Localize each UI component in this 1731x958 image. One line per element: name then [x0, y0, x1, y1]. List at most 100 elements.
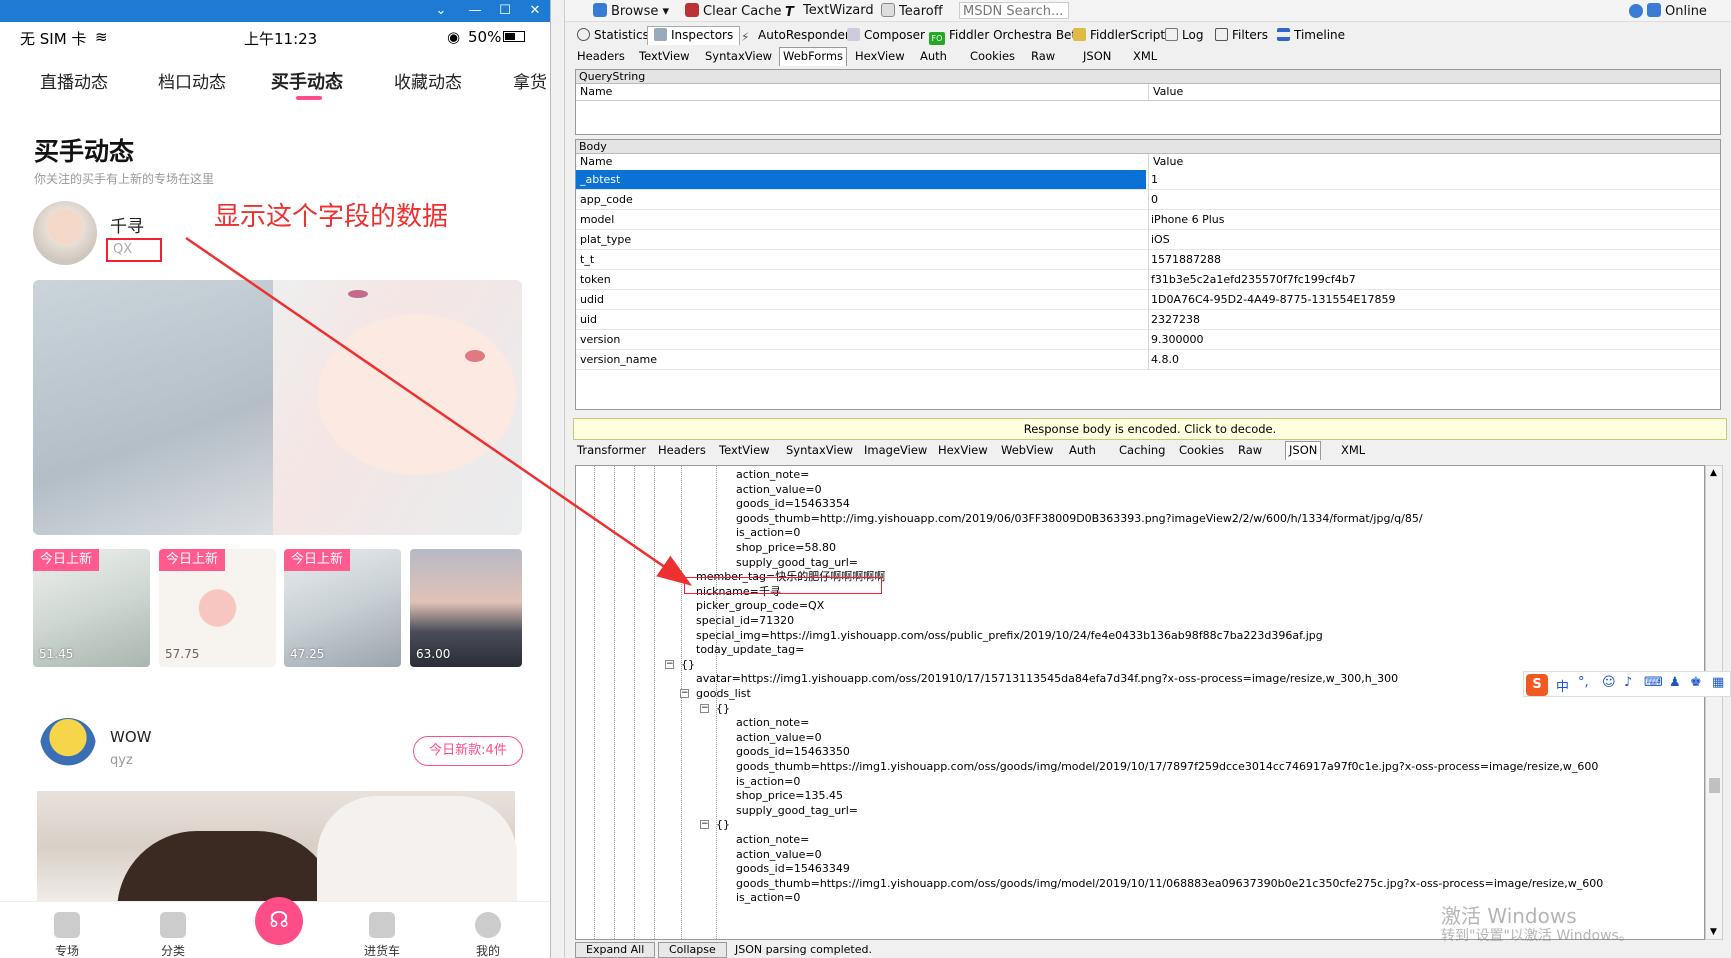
resp-tab-auth[interactable]: Auth	[1069, 443, 1096, 457]
maximize-icon[interactable]: ☐	[490, 0, 520, 22]
scroll-down-icon[interactable]: ▼	[1710, 927, 1717, 937]
json-line[interactable]: supply_good_tag_url=	[736, 556, 858, 570]
json-line[interactable]: {}	[716, 702, 730, 716]
resp-tab-textview[interactable]: TextView	[719, 443, 770, 457]
resp-tab-hexview[interactable]: HexView	[938, 443, 988, 457]
toolbox-icon[interactable]: ▦	[1712, 675, 1724, 690]
product-thumb[interactable]: 63.00	[410, 549, 522, 667]
avatar[interactable]	[33, 201, 97, 265]
req-tab-cookies[interactable]: Cookies	[970, 49, 1015, 63]
tearoff-button[interactable]: Tearoff	[881, 3, 943, 19]
tab-autoresponder[interactable]: ⚡ AutoResponder	[741, 28, 850, 44]
json-line[interactable]: goods_thumb=https://img1.yishouapp.com/o…	[736, 760, 1598, 774]
product-thumb[interactable]: 今日上新 57.75	[159, 549, 276, 667]
req-tab-auth[interactable]: Auth	[920, 49, 947, 63]
req-tab-syntaxview[interactable]: SyntaxView	[705, 49, 772, 63]
tab-log[interactable]: Log	[1165, 28, 1203, 42]
json-line[interactable]: shop_price=58.80	[736, 541, 836, 555]
expand-all-button[interactable]: Expand All	[575, 942, 656, 958]
resp-tab-syntaxview[interactable]: SyntaxView	[786, 443, 853, 457]
json-line[interactable]: goods_id=15463350	[736, 745, 850, 759]
req-tab-hexview[interactable]: HexView	[855, 49, 905, 63]
json-line[interactable]: special_img=https://img1.yishouapp.com/o…	[696, 629, 1323, 643]
tab-buyer[interactable]: 买手动态	[271, 68, 343, 94]
user-icon[interactable]: ♟	[1669, 675, 1681, 690]
resp-tab-caching[interactable]: Caching	[1119, 443, 1165, 457]
json-line[interactable]: action_value=0	[736, 731, 822, 745]
req-tab-json[interactable]: JSON	[1083, 49, 1111, 63]
json-line[interactable]: picker_group_code=QX	[696, 599, 824, 613]
json-line[interactable]: {}	[681, 658, 695, 672]
json-line[interactable]: action_note=	[736, 468, 809, 482]
product-thumb[interactable]: 今日上新 47.25	[284, 549, 401, 667]
collapse-node-icon[interactable]: −	[665, 659, 674, 669]
json-line[interactable]: shop_price=135.45	[736, 789, 843, 803]
pane-scrollbar[interactable]	[551, 0, 565, 958]
json-line[interactable]: avatar=https://img1.yishouapp.com/oss/20…	[696, 672, 1398, 686]
nav-cart[interactable]: 进货车	[347, 902, 417, 958]
json-line[interactable]: is_action=0	[736, 526, 800, 540]
json-line[interactable]: is_action=0	[736, 775, 800, 789]
nav-me[interactable]: 我的	[453, 902, 523, 958]
json-line[interactable]: action_note=	[736, 716, 809, 730]
req-tab-webforms[interactable]: WebForms	[779, 47, 848, 66]
help-icon[interactable]	[1629, 4, 1643, 18]
json-line[interactable]: goods_list	[696, 687, 751, 701]
msdn-search-input[interactable]: MSDN Search...	[959, 2, 1069, 19]
resp-tab-raw[interactable]: Raw	[1238, 443, 1262, 457]
col-value[interactable]: Value	[1149, 154, 1183, 170]
json-scrollbar[interactable]: ▲ ▼	[1705, 465, 1723, 940]
tab-statistics[interactable]: Statistics	[577, 28, 649, 42]
ime-toolbar[interactable]: S 中 °, ☺ ♪ ⌨ ♟ ♚ ▦	[1523, 671, 1731, 697]
resp-tab-xml[interactable]: XML	[1341, 443, 1365, 457]
skin-icon[interactable]: ♚	[1690, 675, 1702, 690]
avatar[interactable]	[40, 718, 96, 774]
browse-button[interactable]: Browse ▾	[593, 3, 669, 19]
online-indicator[interactable]: Online	[1647, 3, 1707, 19]
scroll-thumb[interactable]	[1709, 778, 1720, 793]
json-line[interactable]: goods_id=15463349	[736, 862, 850, 876]
json-line[interactable]: {}	[716, 818, 730, 832]
json-line[interactable]: is_action=0	[736, 891, 800, 905]
tab-timeline[interactable]: Timeline	[1277, 28, 1345, 42]
req-tab-headers[interactable]: Headers	[577, 49, 625, 63]
collapse-node-icon[interactable]: −	[680, 689, 689, 698]
keyboard-icon[interactable]: ⌨	[1644, 675, 1663, 690]
tab-fiddler-orchestra[interactable]: FO Fiddler Orchestra Beta	[929, 28, 1084, 45]
special-cover-image[interactable]	[33, 280, 522, 535]
collapse-button[interactable]: Collapse	[658, 942, 727, 958]
collapse-node-icon[interactable]: −	[700, 703, 709, 713]
nav-categories[interactable]: 分类	[138, 902, 208, 958]
json-line[interactable]: supply_good_tag_url=	[736, 804, 858, 818]
req-tab-raw[interactable]: Raw	[1031, 49, 1055, 63]
resp-tab-json[interactable]: JSON	[1285, 441, 1322, 460]
tab-favorites[interactable]: 收藏动态	[394, 68, 462, 93]
tab-live[interactable]: 直播动态	[40, 68, 108, 93]
resp-tab-transformer[interactable]: Transformer	[577, 443, 646, 457]
clear-cache-button[interactable]: Clear Cache	[685, 3, 782, 19]
req-tab-xml[interactable]: XML	[1133, 49, 1157, 63]
emoji-icon[interactable]: ☺	[1602, 675, 1616, 690]
punctuation-icon[interactable]: °,	[1578, 675, 1589, 690]
tab-inspectors[interactable]: Inspectors	[647, 26, 741, 45]
json-line[interactable]: special_id=71320	[696, 614, 794, 628]
nav-specials[interactable]: 专场	[32, 902, 102, 958]
col-value[interactable]: Value	[1149, 84, 1183, 100]
tab-composer[interactable]: Composer	[847, 28, 925, 42]
json-line[interactable]: action_note=	[736, 833, 809, 847]
close-icon[interactable]: ✕	[520, 0, 550, 22]
collapse-icon[interactable]: ⌄	[426, 0, 456, 22]
new-count-badge[interactable]: 今日新款:4件	[413, 736, 523, 766]
tab-pickup[interactable]: 拿货	[513, 68, 550, 93]
resp-tab-imageview[interactable]: ImageView	[864, 443, 927, 457]
json-line[interactable]: goods_thumb=https://img1.yishouapp.com/o…	[736, 877, 1603, 891]
resp-tab-cookies[interactable]: Cookies	[1179, 443, 1224, 457]
json-line[interactable]: action_value=0	[736, 848, 822, 862]
json-line[interactable]: today_update_tag=	[696, 643, 804, 657]
json-line[interactable]: action_value=0	[736, 483, 822, 497]
product-thumb[interactable]: 今日上新 51.45	[33, 549, 150, 667]
special-cover-image[interactable]	[37, 791, 517, 911]
json-tree[interactable]: action_note= action_value=0 goods_id=15463…	[575, 465, 1705, 940]
col-name[interactable]: Name	[576, 84, 612, 100]
col-name[interactable]: Name	[576, 154, 612, 170]
